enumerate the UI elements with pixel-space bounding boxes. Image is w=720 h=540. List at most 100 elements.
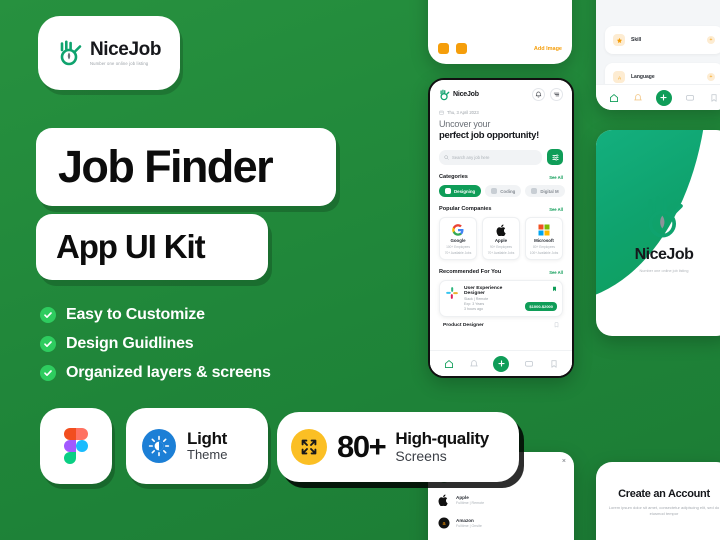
list-item[interactable]: a Amazon Fulltime | Onsite bbox=[428, 511, 574, 534]
feature-label: Easy to Customize bbox=[66, 306, 205, 323]
check-icon bbox=[40, 336, 56, 352]
chip-label: Coding bbox=[500, 188, 516, 194]
category-chip-digital-marketing[interactable]: Digital M bbox=[525, 185, 565, 197]
home-brand: NiceJob bbox=[439, 89, 479, 101]
company-meta: 100+ Available Jobs bbox=[529, 251, 559, 255]
brand-name: NiceJob bbox=[89, 38, 162, 60]
job-company: Slack | Remote bbox=[464, 297, 489, 301]
company-card-microsoft[interactable]: Microsoft 80+ Employees 100+ Available J… bbox=[525, 217, 563, 260]
company-card-google[interactable]: Google 100+ Employees 70+ Available Jobs bbox=[439, 217, 477, 260]
amazon-icon: a bbox=[437, 516, 450, 529]
hero-title-line1: Job Finder bbox=[58, 141, 274, 192]
companies-see-all[interactable]: See All bbox=[549, 207, 563, 212]
add-image-action[interactable]: Add Image bbox=[534, 46, 562, 52]
add-icon[interactable] bbox=[493, 355, 509, 372]
job-title: User Experience Designer bbox=[464, 286, 503, 296]
add-icon[interactable] bbox=[655, 89, 672, 106]
recommended-see-all[interactable]: See All bbox=[549, 270, 563, 275]
companies-title: Popular Companies bbox=[439, 206, 492, 212]
feature-label: Design Guidlines bbox=[66, 335, 194, 352]
figma-icon bbox=[63, 427, 89, 465]
company-card-row: Google 100+ Employees 70+ Available Jobs… bbox=[439, 217, 563, 260]
list-item-meta: Fulltime | Onsite bbox=[456, 523, 482, 528]
category-chip-designing[interactable]: Designing bbox=[439, 185, 482, 197]
badge-row: Light Theme bbox=[40, 408, 268, 484]
theme-badge-subtitle: Theme bbox=[187, 447, 228, 463]
feature-item: Easy to Customize bbox=[40, 306, 271, 324]
star-icon bbox=[613, 34, 625, 46]
job-title: Product Designer bbox=[443, 322, 484, 328]
hero-title-line2: App UI Kit bbox=[56, 228, 206, 265]
theme-badge-title: Light bbox=[187, 429, 228, 449]
recommended-title: Recommended For You bbox=[439, 269, 502, 275]
companies-header: Popular Companies See All bbox=[439, 206, 563, 212]
home-search-row: Search any job here bbox=[439, 149, 563, 165]
chat-icon[interactable] bbox=[685, 92, 696, 103]
account-title: Create an Account bbox=[618, 488, 710, 500]
company-meta: 80+ Employees bbox=[532, 245, 556, 249]
list-item-name: Amazon bbox=[456, 517, 474, 523]
recommended-header: Recommended For You See All bbox=[439, 269, 563, 275]
splash-screen: NiceJob Number one online job listing bbox=[596, 130, 720, 336]
chat-icon[interactable] bbox=[523, 358, 534, 369]
job-card-secondary[interactable]: Product Designer bbox=[439, 322, 563, 328]
close-icon[interactable]: × bbox=[562, 458, 566, 465]
company-name: Microsoft bbox=[534, 238, 554, 243]
nicejob-logo-icon bbox=[440, 89, 450, 100]
categories-see-all[interactable]: See All bbox=[549, 175, 563, 180]
feature-item: Design Guidlines bbox=[40, 335, 271, 353]
bell-icon[interactable] bbox=[632, 92, 643, 103]
microsoft-icon bbox=[538, 223, 551, 236]
home-headline-bold: perfect job opportunity! bbox=[439, 130, 539, 141]
bookmark-icon[interactable] bbox=[709, 92, 720, 103]
search-input[interactable]: Search any job here bbox=[439, 149, 542, 165]
theme-badge: Light Theme bbox=[126, 408, 268, 484]
search-icon bbox=[444, 154, 449, 160]
company-meta: 100+ Employees bbox=[446, 245, 470, 249]
promo-canvas: NiceJob Number one online job listing Jo… bbox=[0, 0, 720, 540]
nicejob-logo-icon bbox=[648, 196, 683, 238]
chip-label: Designing bbox=[454, 188, 476, 194]
camera-icon[interactable] bbox=[438, 43, 449, 54]
nicejob-logo-icon bbox=[60, 40, 82, 66]
splash-brand-name: NiceJob bbox=[634, 246, 694, 263]
home-screen-phone: NiceJob Thu, 3 April 2023 Uncover your p… bbox=[428, 78, 574, 378]
figma-badge bbox=[40, 408, 112, 484]
job-card[interactable]: User Experience Designer Slack | Remote … bbox=[439, 280, 563, 317]
category-chip-row: Designing Coding Digital M bbox=[439, 185, 565, 197]
quality-subtitle: Screens bbox=[395, 447, 447, 464]
notification-bell-icon[interactable] bbox=[532, 88, 545, 101]
bell-icon[interactable] bbox=[468, 358, 479, 369]
filter-button[interactable] bbox=[547, 149, 563, 165]
add-icon[interactable]: + bbox=[707, 36, 715, 44]
list-item-label: Skill bbox=[631, 37, 642, 43]
gallery-icon[interactable] bbox=[456, 43, 467, 54]
home-brand-name: NiceJob bbox=[453, 91, 479, 98]
bookmark-icon[interactable] bbox=[554, 322, 559, 328]
add-icon[interactable]: + bbox=[707, 73, 715, 81]
feature-item: Organized layers & screens bbox=[40, 364, 271, 382]
job-experience: Exp: 3 Years bbox=[464, 302, 485, 306]
sun-icon bbox=[142, 429, 176, 463]
menu-icon[interactable] bbox=[550, 88, 563, 101]
home-headline-light: Uncover your bbox=[439, 119, 491, 129]
list-item-skill[interactable]: Skill + bbox=[605, 26, 720, 54]
bottom-navbar bbox=[430, 350, 572, 376]
home-icon[interactable] bbox=[608, 92, 619, 103]
translate-icon: A bbox=[613, 71, 625, 83]
svg-text:A: A bbox=[617, 75, 621, 80]
home-icon[interactable] bbox=[443, 358, 454, 369]
list-item[interactable]: Apple Fulltime | Remote bbox=[428, 488, 574, 511]
job-posted: 3 hours ago bbox=[464, 307, 483, 311]
splash-tagline: Number one online job listing bbox=[639, 269, 689, 273]
category-chip-coding[interactable]: Coding bbox=[485, 185, 522, 197]
hero-title-card-secondary: App UI Kit bbox=[36, 214, 268, 280]
bookmark-icon[interactable] bbox=[552, 286, 557, 292]
bookmark-icon[interactable] bbox=[548, 358, 559, 369]
quality-title: High-quality bbox=[395, 428, 489, 448]
hero-title-card-primary: Job Finder bbox=[36, 128, 336, 206]
coding-icon bbox=[491, 188, 498, 194]
list-item-meta: Fulltime | Remote bbox=[456, 500, 485, 505]
company-card-apple[interactable]: Apple 90+ Employees 70+ Available Jobs bbox=[482, 217, 520, 260]
bottom-navbar bbox=[596, 84, 720, 110]
